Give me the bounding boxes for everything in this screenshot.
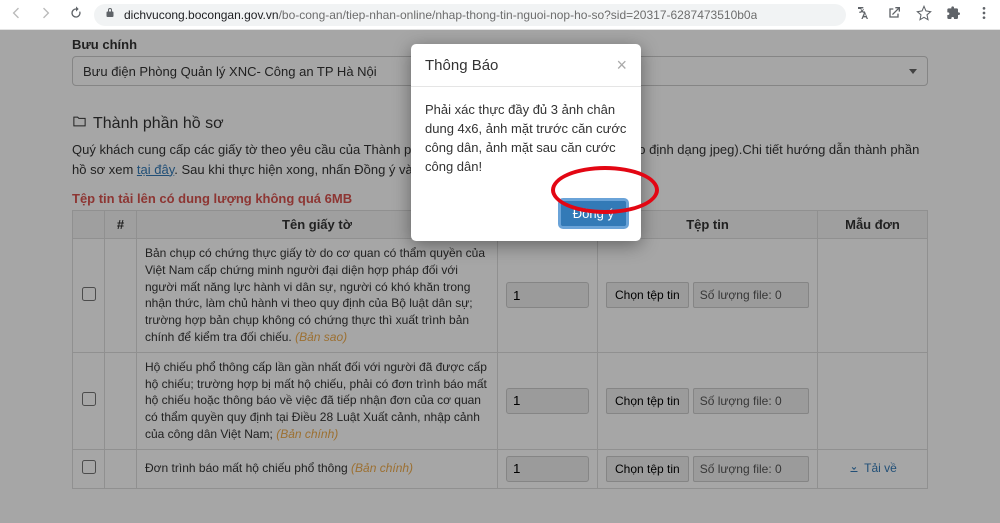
address-bar[interactable]: dichvucong.bocongan.gov.vn/bo-cong-an/ti… (94, 4, 846, 26)
modal-close-button[interactable]: × (616, 56, 627, 74)
reload-icon[interactable] (68, 5, 84, 24)
extensions-icon[interactable] (946, 5, 962, 24)
modal-ok-button[interactable]: Đồng ý (560, 200, 627, 227)
notice-modal: Thông Báo × Phải xác thực đầy đủ 3 ảnh c… (411, 44, 641, 241)
url-text: dichvucong.bocongan.gov.vn/bo-cong-an/ti… (124, 8, 757, 22)
forward-icon[interactable] (38, 5, 54, 24)
star-icon[interactable] (916, 5, 932, 24)
menu-icon[interactable] (976, 5, 992, 24)
page-content: Bưu chính Bưu điện Phòng Quản lý XNC- Cô… (0, 30, 1000, 523)
lock-icon (104, 7, 116, 22)
browser-chrome: dichvucong.bocongan.gov.vn/bo-cong-an/ti… (0, 0, 1000, 30)
modal-title: Thông Báo (425, 57, 498, 74)
translate-icon[interactable] (856, 5, 872, 24)
modal-body: Phải xác thực đầy đủ 3 ảnh chân dung 4x6… (411, 87, 641, 190)
back-icon[interactable] (8, 5, 24, 24)
share-icon[interactable] (886, 5, 902, 24)
